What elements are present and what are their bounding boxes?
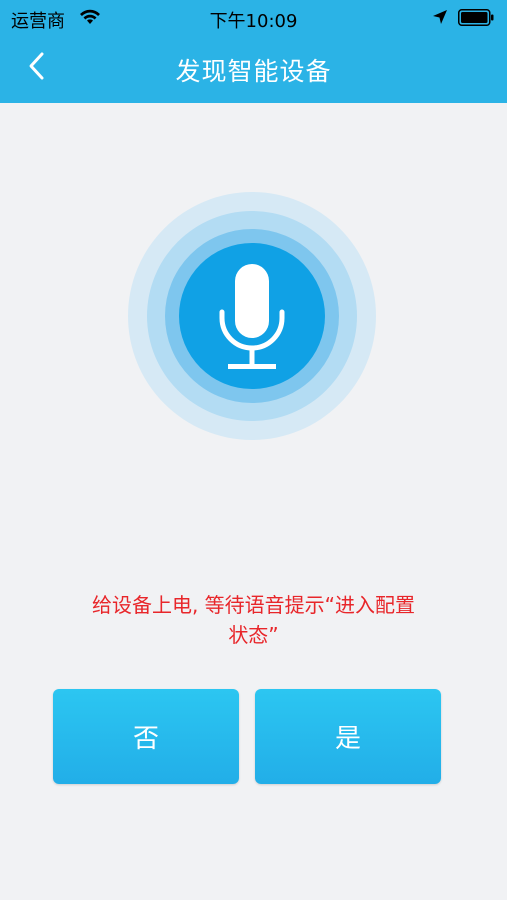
header-bar: 运营商 下午10:09 发现智能设备 [0, 0, 507, 103]
instruction-line-1: 给设备上电, 等待语音提示“进入配置 [91, 593, 416, 617]
location-arrow-icon [432, 9, 448, 30]
no-button[interactable]: 否 [53, 689, 239, 784]
page-title: 发现智能设备 [175, 57, 332, 86]
voice-indicator [128, 192, 376, 440]
status-time: 下午10:09 [209, 11, 298, 32]
instruction-text: 给设备上电, 等待语音提示“进入配置 状态” [60, 590, 447, 650]
status-bar: 运营商 下午10:09 [0, 0, 507, 36]
microphone-icon [218, 262, 286, 372]
battery-icon [458, 9, 494, 26]
yes-button[interactable]: 是 [255, 689, 441, 784]
instruction-line-2: 状态” [228, 623, 279, 647]
